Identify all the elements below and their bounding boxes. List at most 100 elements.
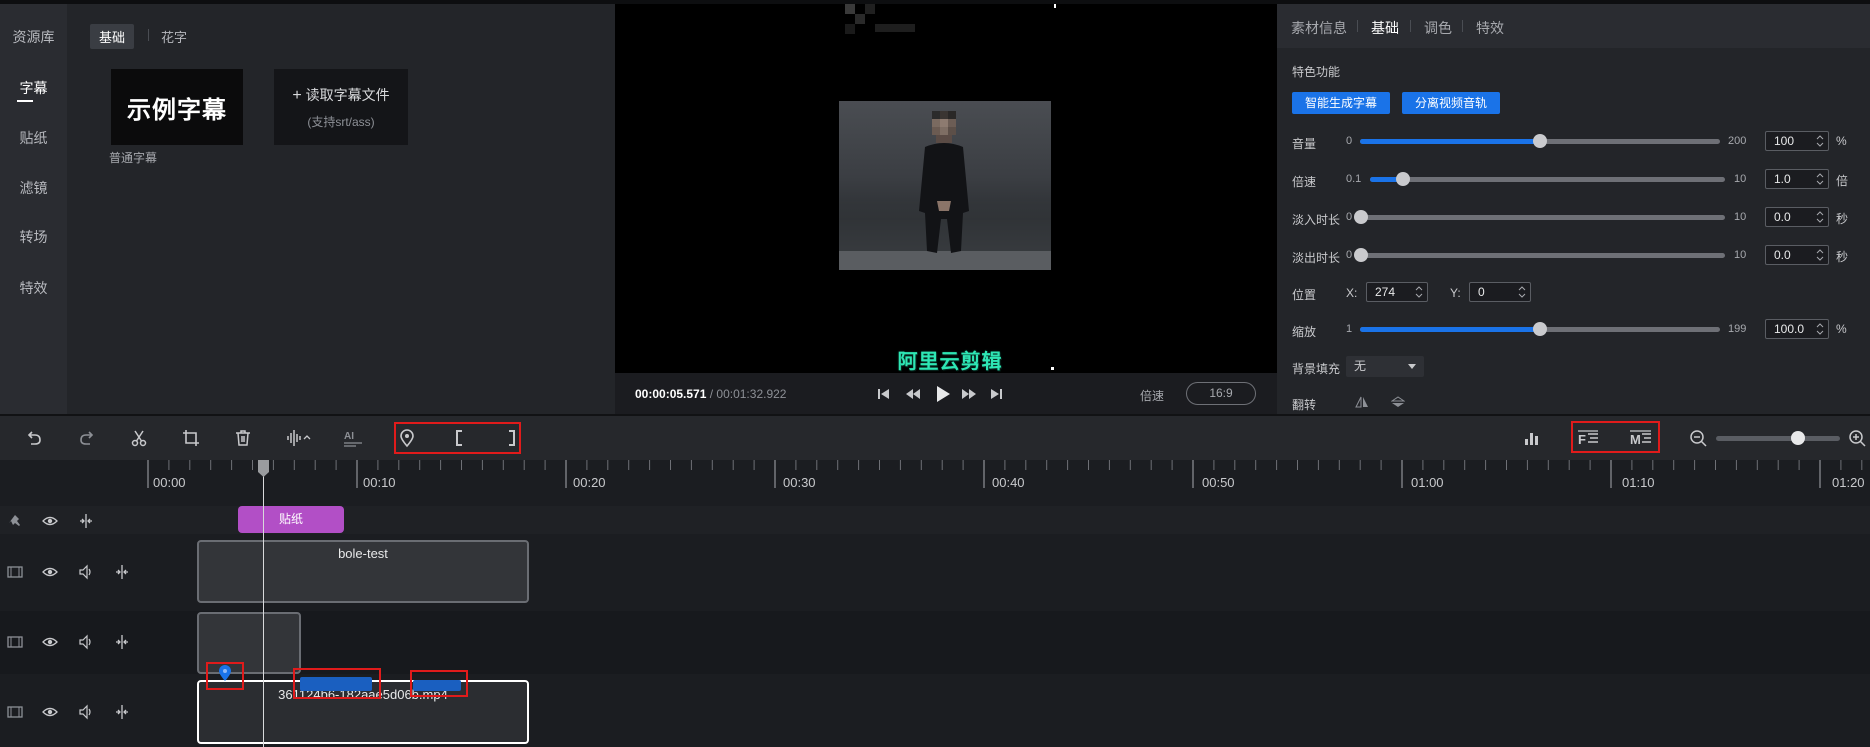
volume-slider-knob[interactable] (1533, 134, 1547, 148)
split-track-icon[interactable] (114, 634, 130, 650)
scale-slider-fill (1360, 327, 1540, 332)
tab-basic-props[interactable]: 基础 (1371, 18, 1399, 38)
volume-icon[interactable] (78, 564, 94, 580)
sidebar-item-transitions[interactable]: 转场 (0, 227, 67, 247)
split-left-icon[interactable]: F (1578, 428, 1600, 448)
speed-slider-track[interactable] (1370, 177, 1725, 182)
marker-icon[interactable] (397, 428, 417, 448)
speed-input[interactable]: 1.0 (1765, 169, 1829, 189)
position-y-label: Y: (1450, 286, 1461, 300)
fade-out-slider-track[interactable] (1356, 253, 1725, 258)
scale-unit: % (1836, 322, 1847, 336)
split-track-icon[interactable] (114, 704, 130, 720)
tab-media-info[interactable]: 素材信息 (1291, 18, 1347, 38)
ai-icon[interactable]: AI (342, 428, 364, 448)
position-y-input[interactable]: 0 (1469, 282, 1531, 302)
sidebar-item-stickers[interactable]: 贴纸 (0, 128, 67, 148)
pin-icon[interactable] (7, 513, 23, 529)
zoom-out-icon[interactable] (1688, 428, 1708, 448)
stepper-icon[interactable] (1816, 210, 1824, 224)
eye-icon[interactable] (42, 634, 58, 650)
sidebar-item-filters[interactable]: 滤镜 (0, 178, 67, 198)
crop-icon[interactable] (181, 428, 201, 448)
subtitle-overlay[interactable]: 阿里云剪辑 (880, 345, 1020, 374)
sidebar-item-effects[interactable]: 特效 (0, 278, 67, 298)
out-range-marker[interactable] (413, 680, 461, 691)
bg-fill-value: 无 (1354, 359, 1367, 373)
volume-min: 0 (1346, 135, 1353, 147)
tab-basic[interactable]: 基础 (90, 24, 135, 49)
split-track-icon[interactable] (114, 564, 130, 580)
ruler-label: 00:20 (573, 475, 606, 490)
volume-icon[interactable] (78, 704, 94, 720)
fade-in-slider-knob[interactable] (1354, 210, 1368, 224)
stepper-icon[interactable] (1816, 248, 1824, 262)
timeline-ruler[interactable] (0, 460, 1870, 506)
sample-subtitle-card[interactable]: 示例字幕 (111, 69, 243, 145)
film-icon[interactable] (7, 704, 23, 720)
fade-out-slider-knob[interactable] (1354, 248, 1368, 262)
undo-icon[interactable] (24, 428, 44, 448)
flip-vertical-icon[interactable] (1391, 396, 1405, 408)
fade-in-input[interactable]: 0.0 (1765, 207, 1829, 227)
speed-button[interactable]: 倍速 (1140, 387, 1164, 404)
flip-horizontal-icon[interactable] (1355, 396, 1369, 408)
zoom-in-icon[interactable] (1847, 428, 1867, 448)
sidebar-item-subtitles[interactable]: 字幕 (0, 78, 67, 98)
aspect-ratio-button[interactable]: 16:9 (1186, 382, 1256, 405)
tab-effects[interactable]: 特效 (1476, 18, 1504, 38)
bg-fill-select[interactable]: 无 (1346, 356, 1424, 377)
tab-fancy-text[interactable]: 花字 (152, 24, 196, 49)
split-right-icon[interactable]: M (1630, 428, 1652, 448)
in-range-marker[interactable] (300, 677, 372, 691)
speed-label: 倍速 (1292, 175, 1317, 189)
tab-separator (1410, 20, 1411, 32)
redo-icon[interactable] (77, 428, 97, 448)
fast-forward-icon[interactable] (961, 387, 977, 401)
marker-pin-icon[interactable] (218, 664, 232, 682)
ruler-label: 00:10 (363, 475, 396, 490)
position-x-input[interactable]: 274 (1366, 282, 1428, 302)
mark-in-icon[interactable] (450, 428, 470, 448)
eye-icon[interactable] (42, 564, 58, 580)
delete-icon[interactable] (233, 428, 253, 448)
fade-out-unit: 秒 (1836, 250, 1849, 264)
scale-input[interactable]: 100.0 (1765, 319, 1829, 339)
eye-icon[interactable] (42, 704, 58, 720)
volume-icon[interactable] (78, 634, 94, 650)
eye-icon[interactable] (42, 513, 58, 529)
tab-color[interactable]: 调色 (1424, 18, 1452, 38)
fade-out-input[interactable]: 0.0 (1765, 245, 1829, 265)
mark-out-icon[interactable] (501, 428, 521, 448)
sticker-clip[interactable]: 贴纸 (238, 506, 344, 533)
generate-subtitle-button[interactable]: 智能生成字幕 (1292, 92, 1390, 114)
import-subtitle-button[interactable]: + 读取字幕文件 (支持srt/ass) (274, 69, 408, 145)
split-audio-button[interactable]: 分离视频音轨 (1402, 92, 1500, 114)
zoom-slider-knob[interactable] (1791, 431, 1805, 445)
scale-label: 缩放 (1292, 325, 1317, 339)
small-clip[interactable] (197, 612, 301, 674)
stepper-icon[interactable] (1816, 322, 1824, 336)
volume-input[interactable]: 100 (1765, 131, 1829, 151)
stepper-icon[interactable] (1518, 285, 1526, 299)
skip-start-icon[interactable] (877, 387, 891, 401)
stepper-icon[interactable] (1816, 134, 1824, 148)
rewind-icon[interactable] (905, 387, 921, 401)
stepper-icon[interactable] (1816, 172, 1824, 186)
bar-chart-icon[interactable] (1522, 428, 1542, 448)
film-icon[interactable] (7, 564, 23, 580)
zoom-slider-track[interactable] (1716, 436, 1840, 441)
film-icon[interactable] (7, 634, 23, 650)
speed-slider-knob[interactable] (1396, 172, 1410, 186)
ruler-label: 01:20 (1832, 475, 1865, 490)
fade-in-slider-track[interactable] (1356, 215, 1725, 220)
skip-end-icon[interactable] (989, 387, 1003, 401)
audio-wave-icon[interactable] (285, 428, 313, 448)
playhead-handle[interactable] (257, 460, 270, 478)
split-track-icon[interactable] (78, 513, 94, 529)
video-clip[interactable]: bole-test (197, 540, 529, 603)
stepper-icon[interactable] (1415, 285, 1423, 299)
cut-icon[interactable] (129, 428, 149, 448)
scale-slider-knob[interactable] (1533, 322, 1547, 336)
play-icon[interactable] (935, 385, 951, 403)
